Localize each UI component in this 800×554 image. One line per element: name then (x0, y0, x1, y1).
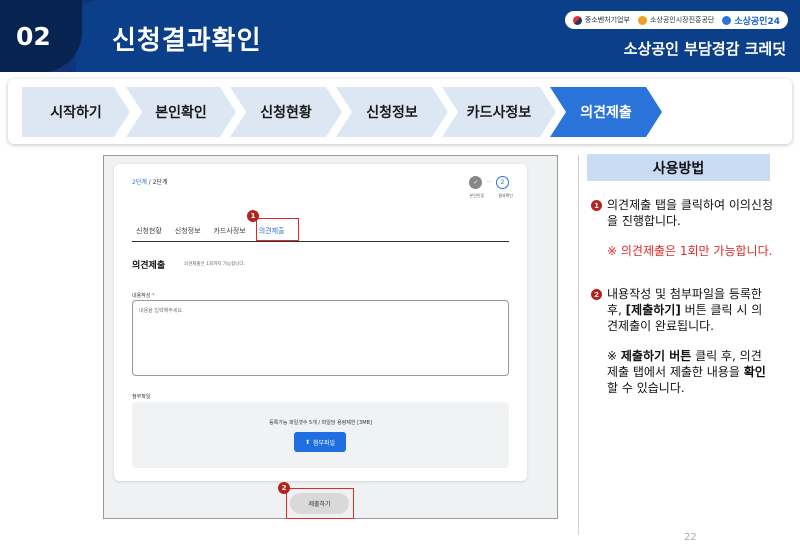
attach-file-label: 첨부파일 (312, 439, 336, 447)
header-bar: 02 신청결과확인 중소벤처기업부 소상공인시장진흥공단 소상공인24 소상공인… (0, 0, 800, 72)
ministry-emblem-icon (572, 15, 582, 25)
form-card: 2단계 / 2단계 ✓ ··· 2 본인인증 결과확인 신청현황 신청정보 카드… (114, 164, 527, 481)
instruction-2-bold: [제출하기] (625, 303, 681, 317)
content-label-text: 내용작성 (132, 293, 151, 299)
step-counter-current: 2단계 (132, 179, 147, 186)
form-screenshot: 2단계 / 2단계 ✓ ··· 2 본인인증 결과확인 신청현황 신청정보 카드… (103, 155, 558, 519)
upload-icon: ⬆ (304, 438, 310, 446)
step-identity[interactable]: 본인확인 (126, 87, 236, 137)
instruction-1-text: 의견제출 탭을 클릭하여 이의신청을 진행합니다. (607, 198, 774, 228)
program-name: 소상공인 부담경감 크레딧 (623, 40, 786, 58)
section-number: 02 (16, 22, 51, 51)
callout-badge-2: 2 (278, 482, 290, 494)
note-bold-confirm: 확인 (743, 365, 766, 379)
step-navigation: 시작하기 본인확인 신청현황 신청정보 카드사정보 의견제출 (8, 79, 792, 144)
step-counter: 2단계 / 2단계 (132, 177, 168, 186)
content-label: 내용작성 * (132, 292, 155, 299)
mini-step-label: 본인인증 (469, 193, 485, 198)
page-title: 신청결과확인 (112, 26, 262, 56)
logo-strip: 중소벤처기업부 소상공인시장진흥공단 소상공인24 (564, 11, 788, 29)
check-icon: ✓ (469, 176, 483, 189)
form-tabs: 신청현황 신청정보 카드사정보 의견제출 (132, 220, 509, 242)
instruction-2: 2 내용작성 및 첨부파일을 등록한 후, [제출하기] 버튼 클릭 시 의견제… (591, 286, 769, 396)
sosang24-emblem-icon (722, 15, 732, 25)
note-suffix: 할 수 있습니다. (607, 381, 685, 395)
section-note: 의견제출은 1회까지 가능합니다. (184, 262, 245, 267)
section-title: 의견제출 (132, 261, 166, 271)
step-info[interactable]: 신청정보 (336, 87, 448, 137)
callout-badge-1: 1 (247, 210, 259, 222)
semas-logo: 소상공인시장진흥공단 (637, 15, 715, 25)
dots-separator: ··· (486, 179, 492, 186)
step-label: 신청현황 (260, 105, 312, 121)
step-status[interactable]: 신청현황 (230, 87, 342, 137)
content-textarea[interactable] (132, 300, 509, 376)
panel-divider (578, 155, 579, 535)
tab-card-company[interactable]: 카드사정보 (214, 220, 246, 241)
tab-status[interactable]: 신청현황 (136, 220, 162, 241)
instruction-1-note: ※ 의견제출은 1회만 가능합니다. (607, 244, 773, 258)
step-card-company[interactable]: 카드사정보 (442, 87, 556, 137)
file-label: 첨부파일 (132, 394, 151, 400)
submit-highlight (286, 488, 354, 519)
ministry-name: 중소벤처기업부 (584, 16, 630, 24)
step-label: 본인확인 (155, 105, 207, 121)
semas-emblem-icon (637, 15, 647, 25)
step-label: 신청정보 (366, 105, 418, 121)
attach-file-button[interactable]: ⬆ 첨부파일 (294, 432, 346, 452)
step-counter-total: / 2단계 (146, 179, 168, 186)
instruction-2-text: 내용작성 및 첨부파일을 등록한 후, [제출하기] 버튼 클릭 시 의견제출이… (607, 286, 769, 334)
usage-title: 사용방법 (587, 154, 770, 181)
note-prefix: ※ (607, 349, 621, 363)
sosang24-logo: 소상공인24 (722, 14, 780, 27)
step-opinion[interactable]: 의견제출 (550, 87, 662, 137)
step-label: 카드사정보 (466, 105, 532, 121)
semas-name: 소상공인시장진흥공단 (649, 16, 715, 24)
mini-step-labels: 본인인증 결과확인 (470, 193, 513, 199)
instruction-number-2: 2 (591, 289, 602, 300)
slide-page: 02 신청결과확인 중소벤처기업부 소상공인시장진흥공단 소상공인24 소상공인… (0, 0, 800, 554)
file-limit-info: 등록가능 파일갯수 5개 / 파일당 용량제한 [3MB] (269, 420, 372, 426)
sosang24-name: 소상공인24 (734, 16, 780, 27)
page-number: 22 (684, 532, 697, 543)
mini-step-label: 결과확인 (498, 193, 513, 198)
note-bold: 제출하기 버튼 (620, 349, 692, 363)
required-marker: * (152, 293, 155, 299)
ministry-logo: 중소벤처기업부 (572, 15, 630, 25)
instruction-2-note: ※ 제출하기 버튼 클릭 후, 의견제출 탭에서 제출한 내용을 확인할 수 있… (607, 348, 769, 396)
step-label: 의견제출 (580, 105, 632, 121)
instruction-1: 1 의견제출 탭을 클릭하여 이의신청을 진행합니다. ※ 의견제출은 1회만 … (591, 197, 776, 259)
current-step-circle: 2 (496, 176, 509, 189)
step-start[interactable]: 시작하기 (22, 87, 130, 137)
instruction-number-1: 1 (591, 200, 602, 211)
file-upload-area: 등록가능 파일갯수 5개 / 파일당 용량제한 [3MB] ⬆ 첨부파일 (132, 402, 509, 468)
tab-application-info[interactable]: 신청정보 (175, 220, 201, 241)
mini-step-indicator: ✓ ··· 2 (469, 176, 509, 189)
opinion-tab-highlight (256, 218, 299, 241)
step-label: 시작하기 (50, 105, 102, 121)
